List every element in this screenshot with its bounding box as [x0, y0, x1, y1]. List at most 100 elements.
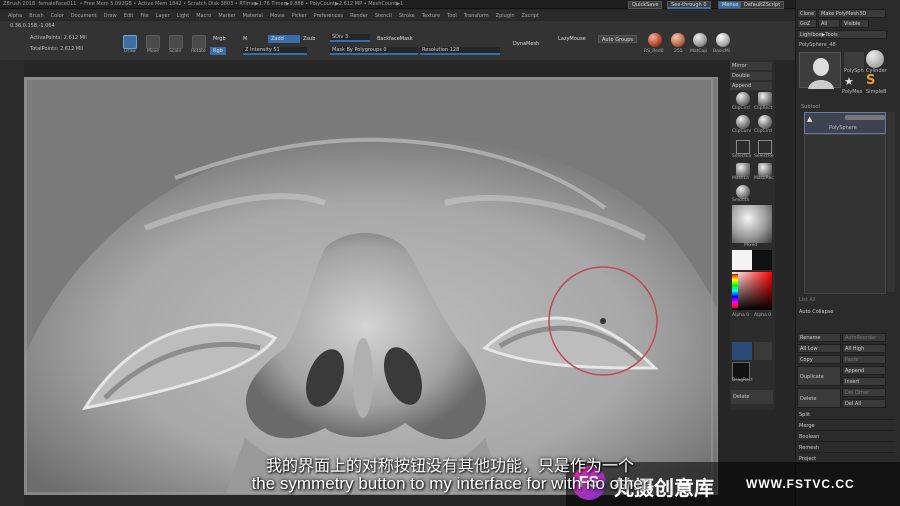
menu-color[interactable]: Color: [51, 13, 64, 19]
menu-light[interactable]: Light: [177, 13, 189, 19]
move-mode-button[interactable]: [146, 35, 160, 49]
clip-rect-icon[interactable]: [758, 92, 772, 106]
quicksave-button[interactable]: QuickSave: [628, 1, 663, 9]
main-color-swatch[interactable]: [732, 250, 752, 270]
all-high-button[interactable]: All High: [842, 344, 886, 353]
menu-macro[interactable]: Macro: [196, 13, 211, 19]
rename-button[interactable]: Rename: [797, 333, 841, 342]
lazymouse-button[interactable]: LazyMouse: [555, 35, 589, 43]
menu-picker[interactable]: Picker: [292, 13, 307, 19]
canvas-viewport[interactable]: [24, 77, 718, 495]
polysphere-tool-icon[interactable]: [844, 52, 864, 68]
mask-rect-icon[interactable]: [758, 163, 772, 177]
subtool-visibility-toggle[interactable]: [845, 115, 885, 120]
boolean-section[interactable]: Boolean: [797, 433, 895, 442]
delete-subtool-button[interactable]: Delete: [797, 388, 841, 408]
stroke-type-icon[interactable]: [754, 342, 772, 360]
default-zscript-button[interactable]: DefaultZScript: [740, 1, 785, 9]
material-preview-icon[interactable]: [732, 205, 772, 243]
autoreorder-button[interactable]: AutoReorder: [842, 333, 886, 342]
menu-draw[interactable]: Draw: [104, 13, 117, 19]
color-swatch-sphere-icon[interactable]: [671, 33, 685, 47]
menu-zplugin[interactable]: Zplugin: [496, 13, 515, 19]
menu-render[interactable]: Render: [350, 13, 368, 19]
mrgb-button[interactable]: Mrgb: [210, 35, 229, 43]
see-through-slider[interactable]: See-through 0: [667, 1, 711, 9]
cylinder-tool-icon[interactable]: [866, 50, 884, 68]
paste-button[interactable]: Paste: [842, 355, 886, 364]
secondary-color-swatch[interactable]: [752, 250, 772, 270]
mirror-button[interactable]: Mirror: [730, 62, 772, 70]
lightbox-tools-button[interactable]: Lightbox▶Tools: [797, 30, 887, 39]
resolution-slider[interactable]: Resolution 128: [420, 47, 500, 55]
menu-marker[interactable]: Marker: [218, 13, 235, 19]
menu-alpha[interactable]: Alpha: [8, 13, 22, 19]
menu-stroke[interactable]: Stroke: [399, 13, 415, 19]
subtool-list-item[interactable]: ▲ PolySphere: [804, 112, 886, 134]
menu-material[interactable]: Material: [243, 13, 263, 19]
material-red-sphere-icon[interactable]: [648, 33, 662, 47]
append-subtool-button[interactable]: Append: [842, 366, 886, 375]
menu-zscript[interactable]: Zscript: [522, 13, 539, 19]
duplicate-button[interactable]: Duplicate: [797, 366, 841, 386]
menu-texture[interactable]: Texture: [422, 13, 440, 19]
subtool-header[interactable]: Subtool: [801, 104, 820, 110]
menu-preferences[interactable]: Preferences: [314, 13, 343, 19]
menu-file[interactable]: File: [140, 13, 148, 19]
all-button[interactable]: All: [818, 19, 840, 28]
zspline-tool-icon[interactable]: S: [866, 74, 884, 88]
m-button[interactable]: M: [240, 35, 250, 43]
draw-mode-button[interactable]: [123, 35, 137, 49]
z-intensity-slider[interactable]: Z Intensity 51: [243, 47, 307, 55]
clip-circle-icon[interactable]: [736, 92, 750, 106]
clip-circle-center-icon[interactable]: [758, 115, 772, 129]
sdiv-slider[interactable]: SDiv 3: [330, 34, 370, 42]
star-tool-icon[interactable]: ★: [844, 76, 862, 88]
menus-toggle[interactable]: Menus: [718, 1, 743, 9]
menu-brush[interactable]: Brush: [29, 13, 43, 19]
select-rect-icon[interactable]: [758, 140, 772, 154]
color-picker-square[interactable]: [732, 272, 772, 310]
basic-material-sphere-icon[interactable]: [716, 33, 730, 47]
zsub-button[interactable]: Zsub: [300, 35, 318, 43]
hue-strip[interactable]: [732, 274, 738, 308]
insert-button[interactable]: Insert: [842, 377, 886, 386]
scale-mode-button[interactable]: [169, 35, 183, 49]
merge-section[interactable]: Merge: [797, 422, 895, 431]
del-other-button[interactable]: Del Other: [842, 388, 886, 397]
delete-button[interactable]: Delete: [731, 390, 773, 404]
dynamesh-button[interactable]: DynaMesh: [510, 40, 542, 48]
menu-layer[interactable]: Layer: [156, 13, 170, 19]
split-section[interactable]: Split: [797, 411, 895, 420]
copy-button[interactable]: Copy: [797, 355, 841, 364]
matcap-sphere-icon[interactable]: [693, 33, 707, 47]
mask-lasso-icon[interactable]: [736, 163, 750, 177]
clone-button[interactable]: Clone: [797, 9, 817, 18]
append-button[interactable]: Append: [730, 82, 772, 90]
list-all-button[interactable]: List All: [799, 297, 816, 303]
del-all-button[interactable]: Del All: [842, 399, 886, 408]
subtool-scrollbar[interactable]: [887, 112, 895, 292]
subtool-list-area[interactable]: [804, 134, 886, 294]
all-low-button[interactable]: All Low: [797, 344, 841, 353]
visible-button[interactable]: Visible: [841, 19, 869, 28]
make-polymesh-button[interactable]: Make PolyMesh3D: [818, 9, 886, 18]
smooth-brush-icon[interactable]: [736, 185, 750, 199]
current-tool-thumbnail[interactable]: [799, 52, 841, 89]
double-button[interactable]: Double: [730, 72, 772, 80]
backface-mask-button[interactable]: BackfaceMask: [374, 35, 416, 43]
menu-tool[interactable]: Tool: [447, 13, 457, 19]
menu-stencil[interactable]: Stencil: [375, 13, 392, 19]
menu-edit[interactable]: Edit: [124, 13, 134, 19]
auto-collapse-button[interactable]: Auto Collapse: [797, 308, 887, 317]
rotate-mode-button[interactable]: [192, 35, 206, 49]
menu-transform[interactable]: Transform: [464, 13, 489, 19]
zadd-button[interactable]: Zadd: [268, 35, 300, 43]
select-lasso-icon[interactable]: [736, 140, 750, 154]
goz-button[interactable]: GoZ: [797, 19, 817, 28]
menu-document[interactable]: Document: [71, 13, 97, 19]
menu-movie[interactable]: Movie: [270, 13, 285, 19]
rgb-button[interactable]: Rgb: [210, 47, 226, 55]
mask-by-polygroups-slider[interactable]: Mask By Polygroups 0: [330, 47, 418, 55]
stroke-alpha-icon[interactable]: [732, 342, 752, 360]
